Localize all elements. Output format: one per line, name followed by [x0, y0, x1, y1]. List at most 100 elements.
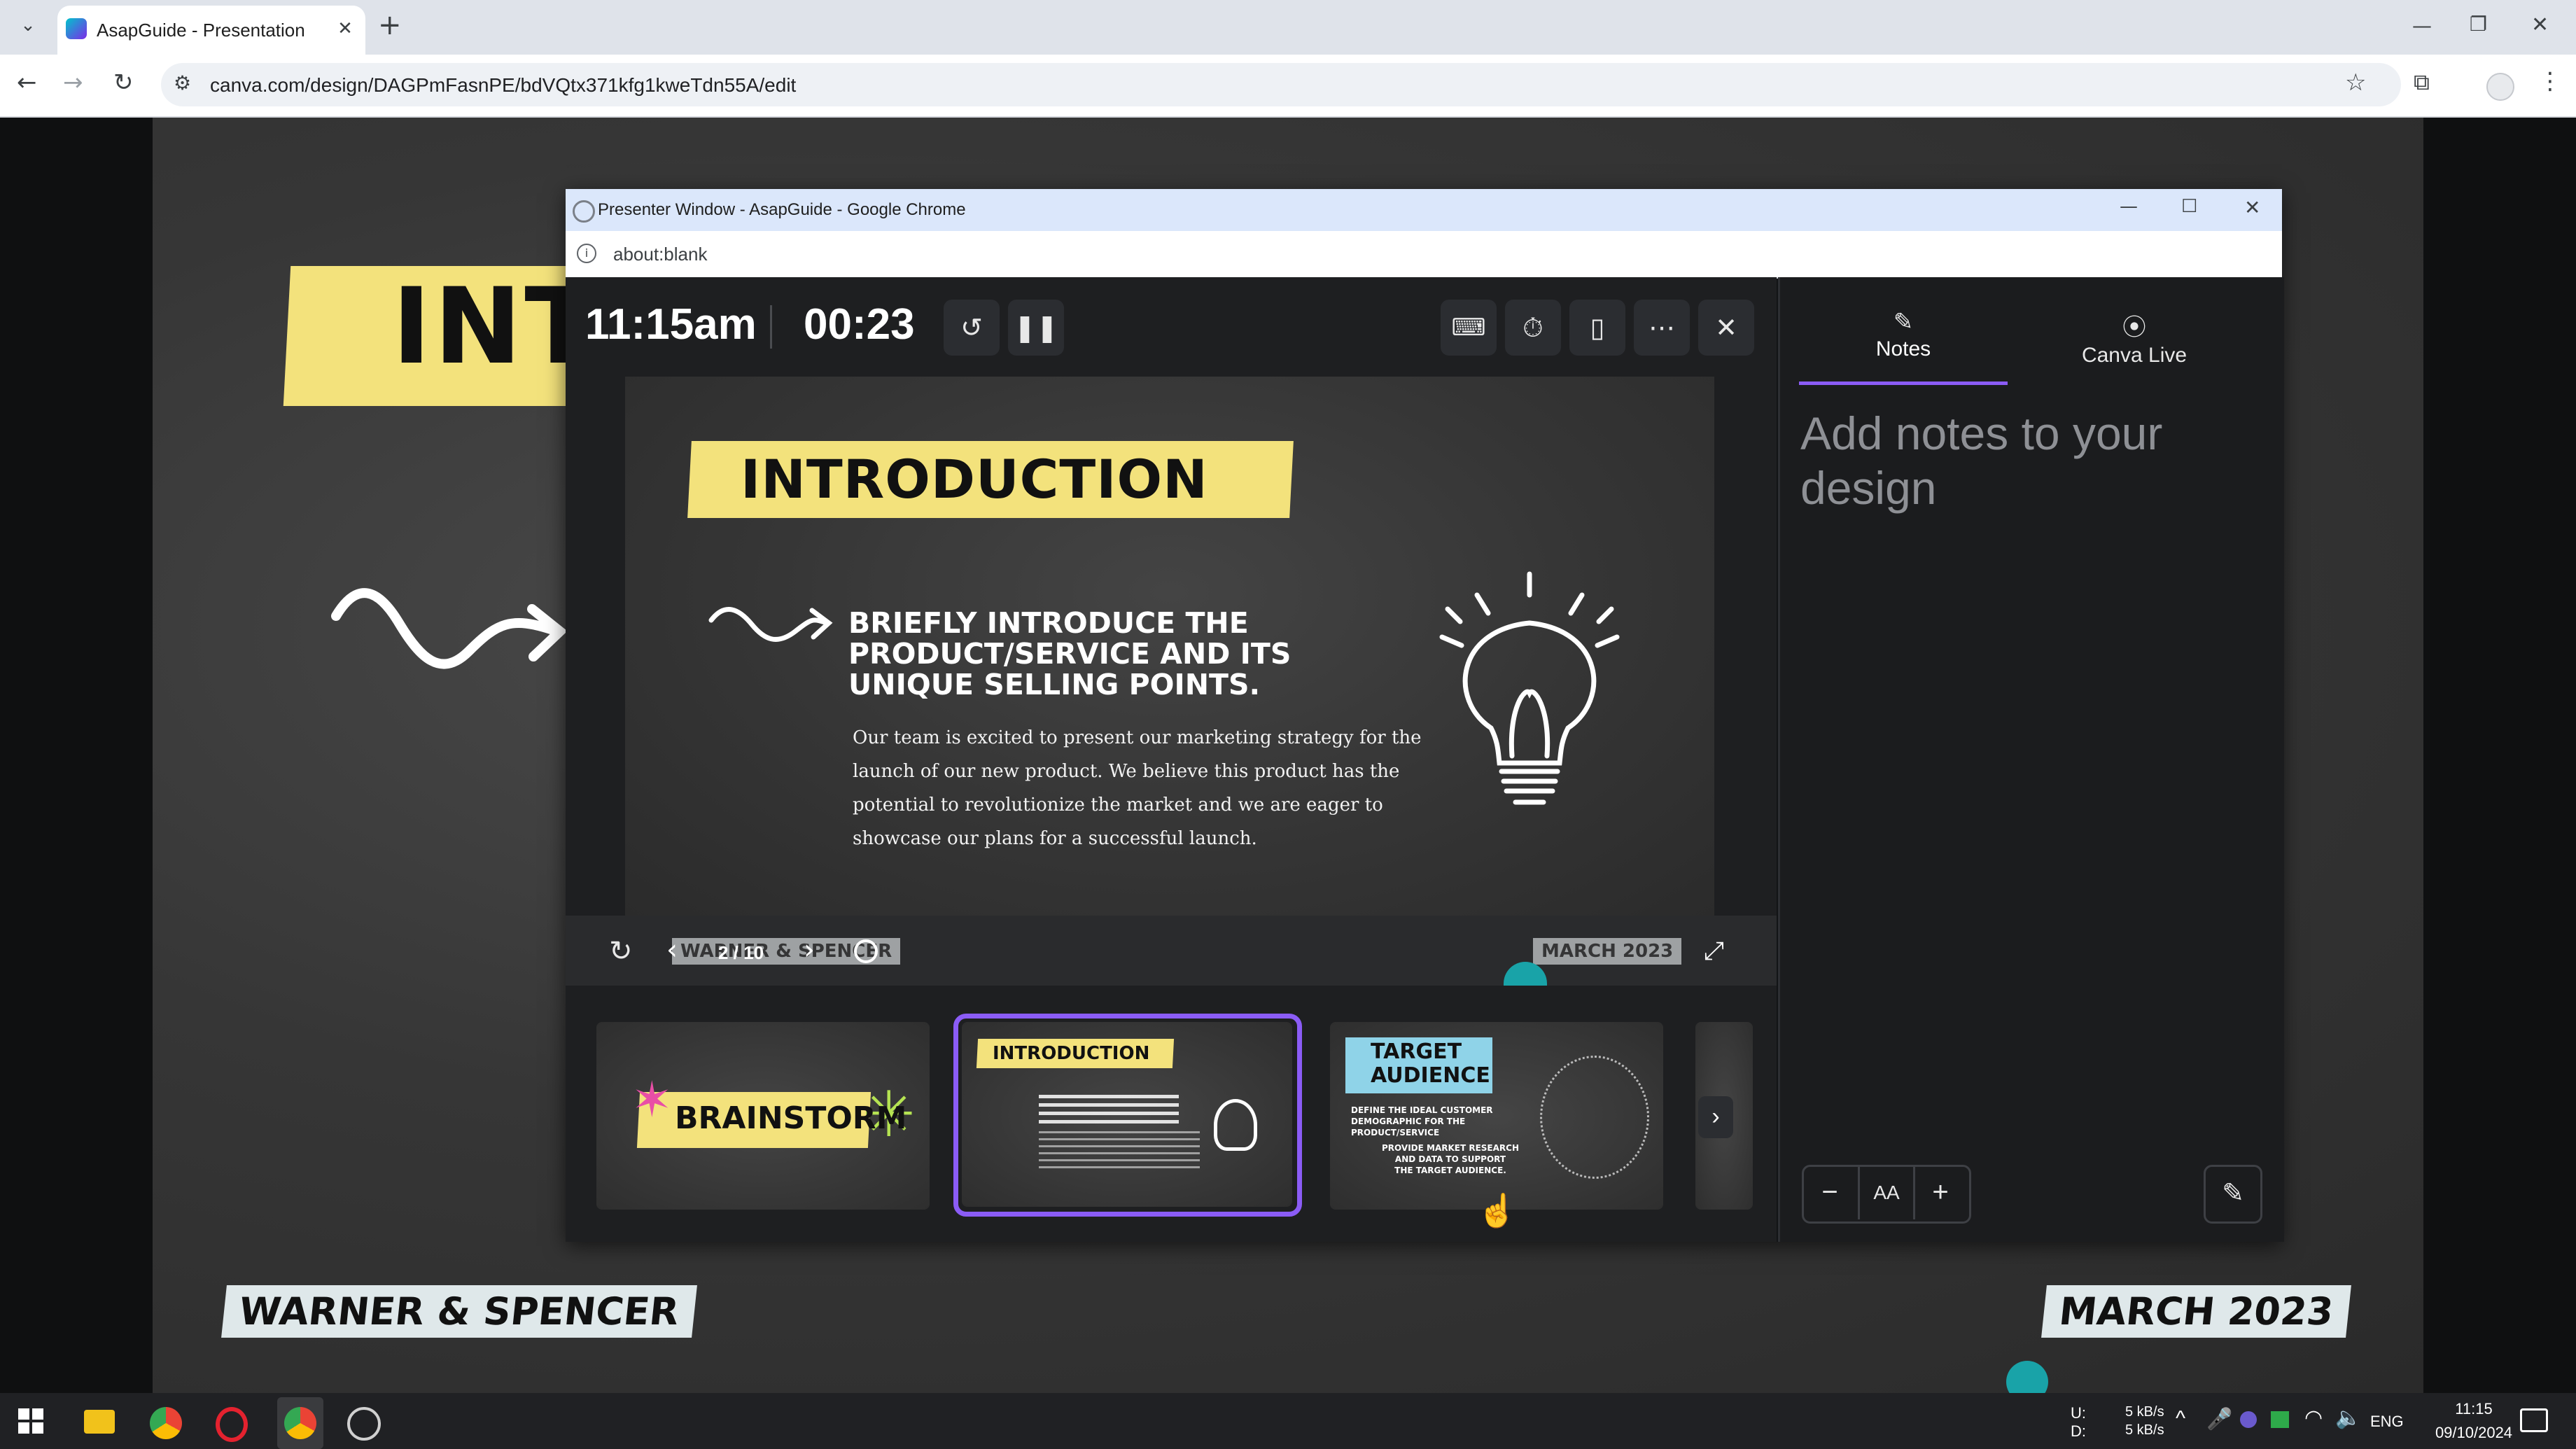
info-icon[interactable]: i	[577, 244, 596, 263]
taskbar-date[interactable]: 09/10/2024	[2418, 1424, 2530, 1442]
timer-icon[interactable]: ⏱	[1505, 300, 1561, 356]
background-footer-left: WARNER & SPENCER	[221, 1285, 697, 1338]
notes-icon: ✎	[1893, 309, 1914, 335]
keyboard-icon[interactable]: ⌨	[1441, 300, 1497, 356]
minimize-window-icon[interactable]: —	[2412, 14, 2432, 37]
chrome-active-logo-icon	[284, 1407, 316, 1439]
address-url: canva.com/design/DAGPmFasnPE/bdVQtx371kf…	[210, 74, 797, 96]
zoom-in-icon[interactable]	[854, 939, 878, 963]
tab-search-chevron-down-icon[interactable]: ⌄	[15, 13, 41, 38]
slide-body-line: potential to revolutionize the market an…	[853, 794, 1383, 816]
restart-timer-icon[interactable]: ↺	[944, 300, 1000, 356]
slide-body-line: showcase our plans for a successful laun…	[853, 828, 1257, 849]
slide-body-line: launch of our new product. We believe th…	[853, 761, 1400, 782]
notifications-icon[interactable]	[2520, 1408, 2548, 1432]
thumbnail-text-lines	[1039, 1095, 1179, 1126]
thumbnail-text-line: PROVIDE MARKET RESEARCH	[1382, 1143, 1519, 1153]
more-options-icon[interactable]: ⋯	[1634, 300, 1690, 356]
next-slide-icon[interactable]: ›	[804, 934, 815, 966]
background-arrow-doodle	[331, 588, 567, 669]
net-up-label: U:	[2071, 1404, 2086, 1422]
language-indicator[interactable]: ENG	[2370, 1413, 2404, 1431]
font-size-label: AA	[1858, 1166, 1915, 1219]
tab-title: AsapGuide - Presentation	[97, 20, 305, 41]
thumbnail-title: INTRODUCTION	[993, 1043, 1150, 1064]
browser-tab-active[interactable]: AsapGuide - Presentation ✕	[57, 6, 365, 55]
increase-font-button[interactable]: +	[1914, 1166, 1967, 1219]
notes-placeholder[interactable]: Add notes to your design	[1800, 406, 2248, 515]
taskbar-time[interactable]: 11:15	[2439, 1400, 2509, 1418]
chrome-icon[interactable]	[150, 1407, 182, 1439]
lightbulb-icon	[1439, 571, 1620, 805]
bookmark-star-icon[interactable]: ☆	[2345, 69, 2366, 97]
restore-window-icon[interactable]: ❐	[2470, 13, 2487, 36]
microphone-icon[interactable]: 🎤	[2206, 1407, 2232, 1432]
control-footer-right: MARCH 2023	[1533, 938, 1682, 965]
mouse-cursor-icon: ☝	[1477, 1192, 1518, 1228]
opera-icon[interactable]	[216, 1407, 248, 1442]
presenter-minimize-icon[interactable]: —	[2120, 196, 2138, 217]
thumbnail-slide-1[interactable]: ✶ ✳ BRAINSTORM	[596, 1022, 930, 1210]
site-info-tune-icon[interactable]: ⚙	[174, 71, 191, 94]
address-bar[interactable]: ⚙ canva.com/design/DAGPmFasnPE/bdVQtx371…	[161, 63, 2401, 106]
wifi-icon[interactable]: ◠	[2304, 1406, 2323, 1430]
browser-menu-kebab-icon[interactable]: ⋮	[2538, 67, 2562, 95]
tab-canva-live-label: Canva Live	[2081, 344, 2188, 367]
decrease-font-button[interactable]: −	[1803, 1166, 1856, 1219]
tab-notes[interactable]: ✎ Notes	[1799, 308, 2008, 385]
chrome-window-icon	[573, 200, 595, 223]
remote-icon[interactable]: ▯	[1569, 300, 1625, 356]
thumbnail-text-line: THE TARGET AUDIENCE.	[1394, 1166, 1506, 1175]
slide-subtitle-line: UNIQUE SELLING POINTS.	[848, 668, 1261, 701]
thumbnail-text: DEFINE THE IDEAL CUSTOMER DEMOGRAPHIC FO…	[1351, 1105, 1493, 1138]
slide-subtitle: BRIEFLY INTRODUCE THE PRODUCT/SERVICE AN…	[848, 608, 1291, 700]
pause-icon[interactable]: ❚❚	[1008, 300, 1064, 356]
back-arrow-icon[interactable]: ←	[17, 69, 37, 97]
forward-arrow-icon[interactable]: →	[63, 69, 83, 97]
reload-icon[interactable]: ↻	[113, 69, 134, 97]
volume-icon[interactable]: 🔈	[2335, 1406, 2361, 1430]
replay-icon[interactable]: ↻	[609, 935, 633, 967]
thumbnail-slide-3[interactable]: TARGET AUDIENCE DEFINE THE IDEAL CUSTOME…	[1330, 1022, 1663, 1210]
previous-slide-icon[interactable]: ‹	[666, 934, 678, 966]
windows-start-icon[interactable]	[18, 1408, 43, 1434]
close-tab-icon[interactable]: ✕	[333, 17, 357, 41]
thumbnail-text-line: DEMOGRAPHIC FOR THE	[1351, 1116, 1466, 1126]
fullscreen-icon[interactable]: ⤢	[1704, 937, 1724, 966]
windows-taskbar	[0, 1393, 2576, 1449]
slide-subtitle-line: PRODUCT/SERVICE AND ITS	[848, 637, 1292, 671]
thumbnail-text-line: DEFINE THE IDEAL CUSTOMER	[1351, 1105, 1493, 1115]
canva-logo-icon	[66, 18, 87, 39]
profile-avatar-icon[interactable]	[2486, 73, 2514, 101]
tab-canva-live[interactable]: ⦿ Canva Live	[2030, 308, 2239, 385]
presenter-window-titlebar: Presenter Window - AsapGuide - Google Ch…	[566, 189, 2282, 231]
presenter-close-icon[interactable]: ✕	[2244, 196, 2260, 219]
tab-active-underline	[1799, 382, 2008, 385]
close-window-icon[interactable]: ✕	[2531, 13, 2549, 37]
presenter-clock: 11:15am	[585, 300, 757, 349]
tray-app-icon[interactable]	[2240, 1411, 2257, 1428]
extensions-puzzle-icon[interactable]: ⧉	[2414, 69, 2430, 96]
thumbnail-lightbulb-icon	[1214, 1099, 1257, 1151]
slide-body: Our team is excited to present our marke…	[853, 721, 1422, 855]
tab-notes-label: Notes	[1875, 337, 1931, 360]
broadcast-icon: ⦿	[2122, 314, 2146, 341]
presenter-maximize-icon[interactable]: ☐	[2181, 196, 2197, 217]
net-up-speed: 5 kB/s	[2125, 1404, 2164, 1420]
thumbnail-slide-2[interactable]: INTRODUCTION	[962, 1022, 1292, 1207]
thumbnail-text: PROVIDE MARKET RESEARCH AND DATA TO SUPP…	[1382, 1142, 1519, 1176]
people-network-icon	[1540, 1056, 1649, 1179]
close-presenter-icon[interactable]: ✕	[1698, 300, 1754, 356]
net-down-label: D:	[2071, 1422, 2086, 1440]
presenter-timer: 00:23	[804, 300, 915, 349]
slide-title: INTRODUCTION	[741, 448, 1208, 510]
file-explorer-icon[interactable]	[84, 1410, 115, 1434]
clock-app-icon[interactable]	[347, 1407, 381, 1441]
slide-counter: 2 / 10	[718, 942, 764, 963]
presenter-window-title: Presenter Window - AsapGuide - Google Ch…	[598, 200, 966, 219]
tray-monitor-icon[interactable]	[2271, 1411, 2289, 1428]
thumbnails-next-button[interactable]: ›	[1698, 1096, 1733, 1138]
tray-chevron-up-icon[interactable]: ^	[2176, 1407, 2185, 1431]
new-tab-button[interactable]: +	[378, 11, 402, 39]
edit-notes-icon[interactable]: ✎	[2204, 1165, 2262, 1224]
